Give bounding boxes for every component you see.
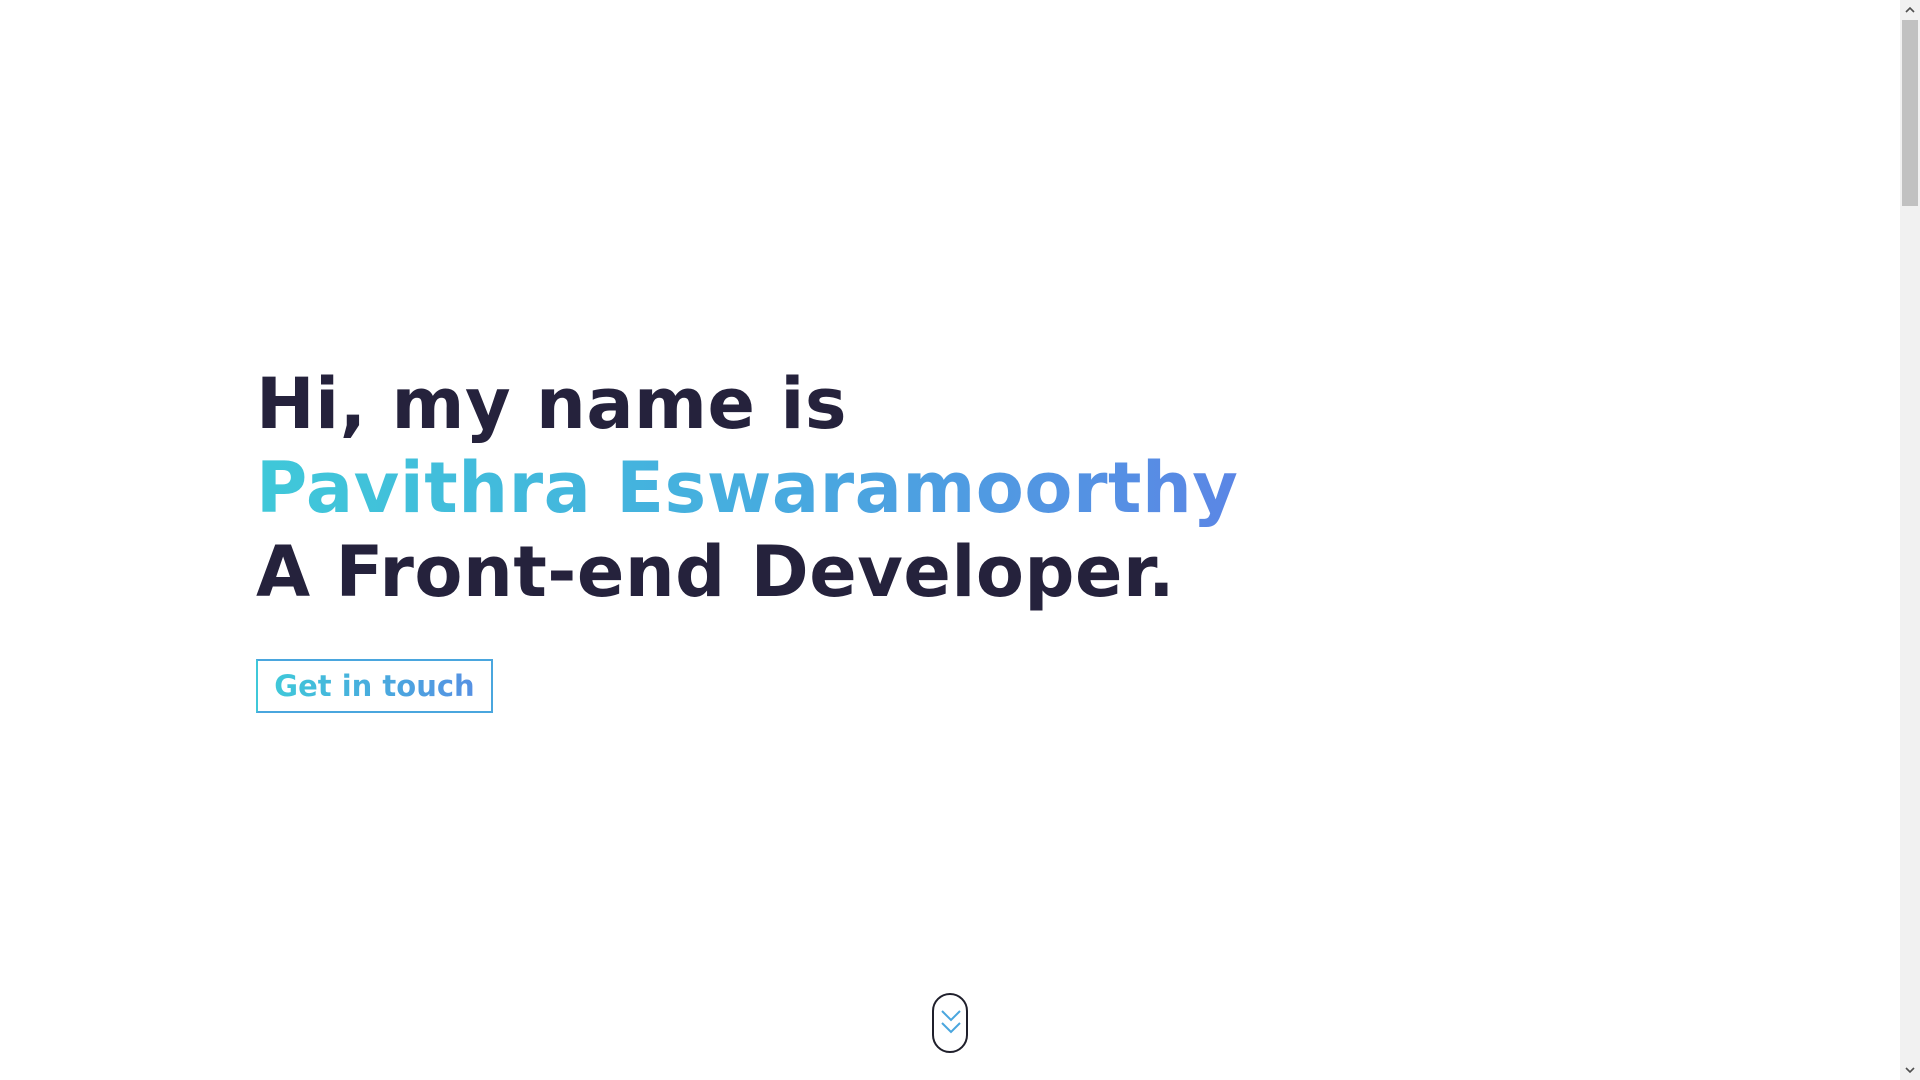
- scrollbar-thumb[interactable]: [1902, 20, 1918, 206]
- get-in-touch-label: Get in touch: [274, 669, 475, 703]
- landing-section: Hi, my name is Pavithra Eswaramoorthy A …: [0, 0, 1900, 1080]
- get-in-touch-button[interactable]: Get in touch: [256, 659, 493, 713]
- developer-name: Pavithra Eswaramoorthy: [256, 447, 1239, 529]
- greeting-text: Hi, my name is: [256, 363, 847, 445]
- vertical-scrollbar[interactable]: [1900, 0, 1920, 1080]
- arrow-down-icon: [1905, 1067, 1915, 1074]
- scrollbar-up-button[interactable]: [1900, 0, 1920, 20]
- double-chevron-down-icon: [941, 1010, 961, 1034]
- hero-heading: Hi, my name is Pavithra Eswaramoorthy A …: [256, 362, 1238, 614]
- hero-intro: Hi, my name is Pavithra Eswaramoorthy A …: [256, 362, 1238, 614]
- scroll-down-button[interactable]: [932, 993, 968, 1053]
- role-text: A Front-end Developer.: [256, 531, 1176, 613]
- page: Hi, my name is Pavithra Eswaramoorthy A …: [0, 0, 1920, 1080]
- arrow-up-icon: [1905, 6, 1915, 13]
- scrollbar-down-button[interactable]: [1900, 1060, 1920, 1080]
